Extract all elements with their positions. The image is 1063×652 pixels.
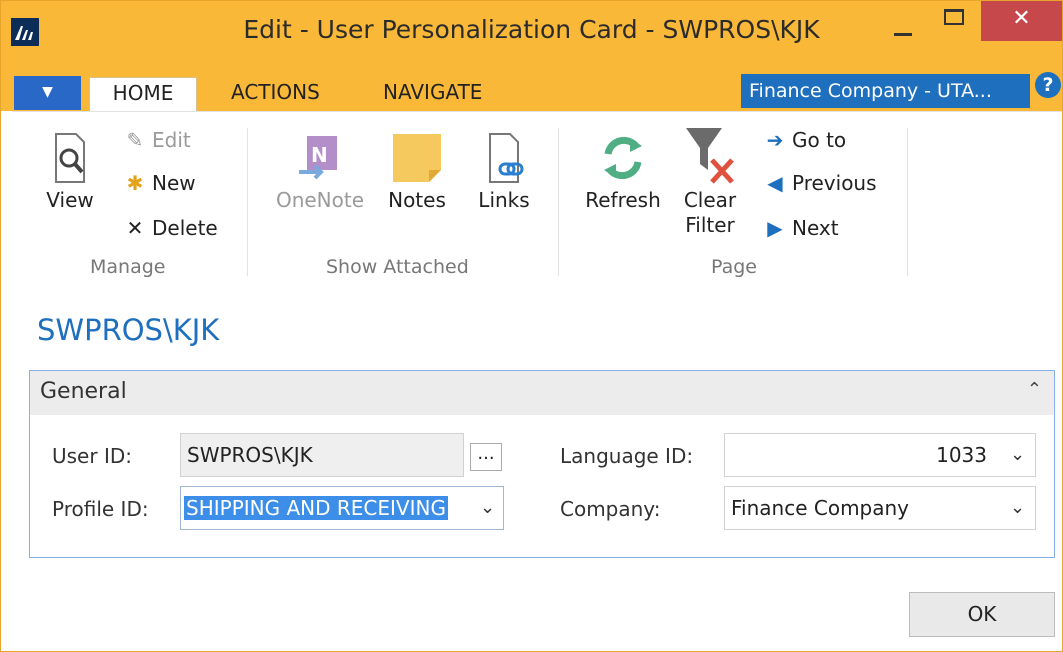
- ribbon: View ✎ Edit ✱ New ✕ Delete Manage N OneNote: [12, 111, 1062, 292]
- tab-home[interactable]: HOME: [89, 77, 197, 112]
- group-divider: [247, 128, 248, 276]
- notes-label: Notes: [388, 188, 446, 212]
- refresh-label: Refresh: [585, 188, 661, 212]
- view-label: View: [46, 188, 94, 212]
- previous-button[interactable]: ◀ Previous: [764, 171, 877, 195]
- previous-label: Previous: [792, 171, 877, 195]
- edit-label: Edit: [152, 128, 191, 152]
- application-menu-button[interactable]: ▼: [14, 76, 81, 110]
- view-button[interactable]: View: [40, 132, 100, 212]
- go-to-label: Go to: [792, 128, 847, 152]
- title-bar: Edit - User Personalization Card - SWPRO…: [1, 1, 1062, 63]
- clear-filter-icon: [682, 126, 738, 184]
- triangle-right-icon: ▶: [767, 216, 783, 240]
- chevron-down-icon[interactable]: ⌄: [1010, 444, 1025, 465]
- onenote-button[interactable]: N OneNote: [268, 132, 372, 212]
- link-document-icon: [484, 132, 524, 184]
- clear-filter-button[interactable]: Clear Filter: [676, 126, 744, 238]
- chevron-down-icon[interactable]: ⌄: [1010, 497, 1025, 518]
- ok-button[interactable]: OK: [909, 592, 1055, 637]
- profile-id-select[interactable]: SHIPPING AND RECEIVING: [180, 486, 504, 530]
- general-fasttab-title: General: [40, 379, 127, 404]
- group-label-show-attached: Show Attached: [326, 256, 469, 278]
- pencil-icon: ✎: [126, 128, 144, 152]
- user-id-label: User ID:: [52, 444, 132, 468]
- company-select[interactable]: Finance Company: [724, 486, 1036, 530]
- new-document-icon: ✱: [126, 171, 144, 195]
- group-label-manage: Manage: [90, 256, 166, 278]
- general-fasttab-header[interactable]: General ⌃: [30, 371, 1054, 415]
- user-id-field[interactable]: SWPROS\KJK: [180, 433, 464, 477]
- delete-x-icon: ✕: [126, 216, 144, 240]
- user-id-lookup-button[interactable]: ...: [470, 443, 502, 471]
- go-to-button[interactable]: ➔ Go to: [764, 128, 847, 152]
- sticky-note-icon: [389, 132, 445, 184]
- help-icon[interactable]: ?: [1035, 72, 1061, 98]
- tab-navigate[interactable]: NAVIGATE: [379, 77, 486, 111]
- delete-button[interactable]: ✕ Delete: [124, 216, 218, 240]
- maximize-icon[interactable]: [936, 9, 972, 45]
- onenote-icon: N: [297, 132, 343, 184]
- notes-button[interactable]: Notes: [382, 132, 452, 212]
- edit-button[interactable]: ✎ Edit: [124, 128, 191, 152]
- group-label-page: Page: [711, 256, 757, 278]
- profile-id-value: SHIPPING AND RECEIVING: [184, 496, 448, 520]
- minimize-icon[interactable]: [884, 9, 920, 45]
- svg-text:N: N: [311, 143, 328, 167]
- next-button[interactable]: ▶ Next: [764, 216, 839, 240]
- profile-id-label: Profile ID:: [52, 497, 149, 521]
- new-button[interactable]: ✱ New: [124, 171, 196, 195]
- page-title: SWPROS\KJK: [37, 313, 220, 347]
- language-id-select[interactable]: 1033: [724, 433, 1036, 477]
- group-divider: [907, 128, 908, 276]
- company-label: Company:: [560, 497, 661, 521]
- company-indicator[interactable]: Finance Company - UTA...: [741, 74, 1030, 108]
- refresh-icon: [598, 132, 648, 184]
- tab-actions[interactable]: ACTIONS: [227, 77, 324, 111]
- collapse-chevron-icon[interactable]: ⌃: [1027, 379, 1042, 400]
- close-button[interactable]: ✕: [981, 1, 1062, 41]
- triangle-left-icon: ◀: [767, 171, 783, 195]
- chevron-down-icon[interactable]: ⌄: [480, 497, 495, 518]
- arrow-right-icon: ➔: [766, 128, 784, 152]
- general-fasttab: General ⌃ User ID: SWPROS\KJK ... Profil…: [29, 370, 1055, 558]
- view-icon: [50, 132, 90, 184]
- clear-filter-label-2: Filter: [685, 213, 735, 237]
- onenote-label: OneNote: [275, 188, 365, 212]
- links-label: Links: [478, 188, 530, 212]
- new-label: New: [152, 171, 196, 195]
- language-id-label: Language ID:: [560, 444, 694, 468]
- user-personalization-card-window: Edit - User Personalization Card - SWPRO…: [0, 0, 1063, 652]
- refresh-button[interactable]: Refresh: [580, 132, 666, 212]
- next-label: Next: [792, 216, 839, 240]
- delete-label: Delete: [152, 216, 218, 240]
- links-button[interactable]: Links: [472, 132, 536, 212]
- group-divider: [558, 128, 559, 276]
- clear-filter-label-1: Clear: [683, 188, 737, 212]
